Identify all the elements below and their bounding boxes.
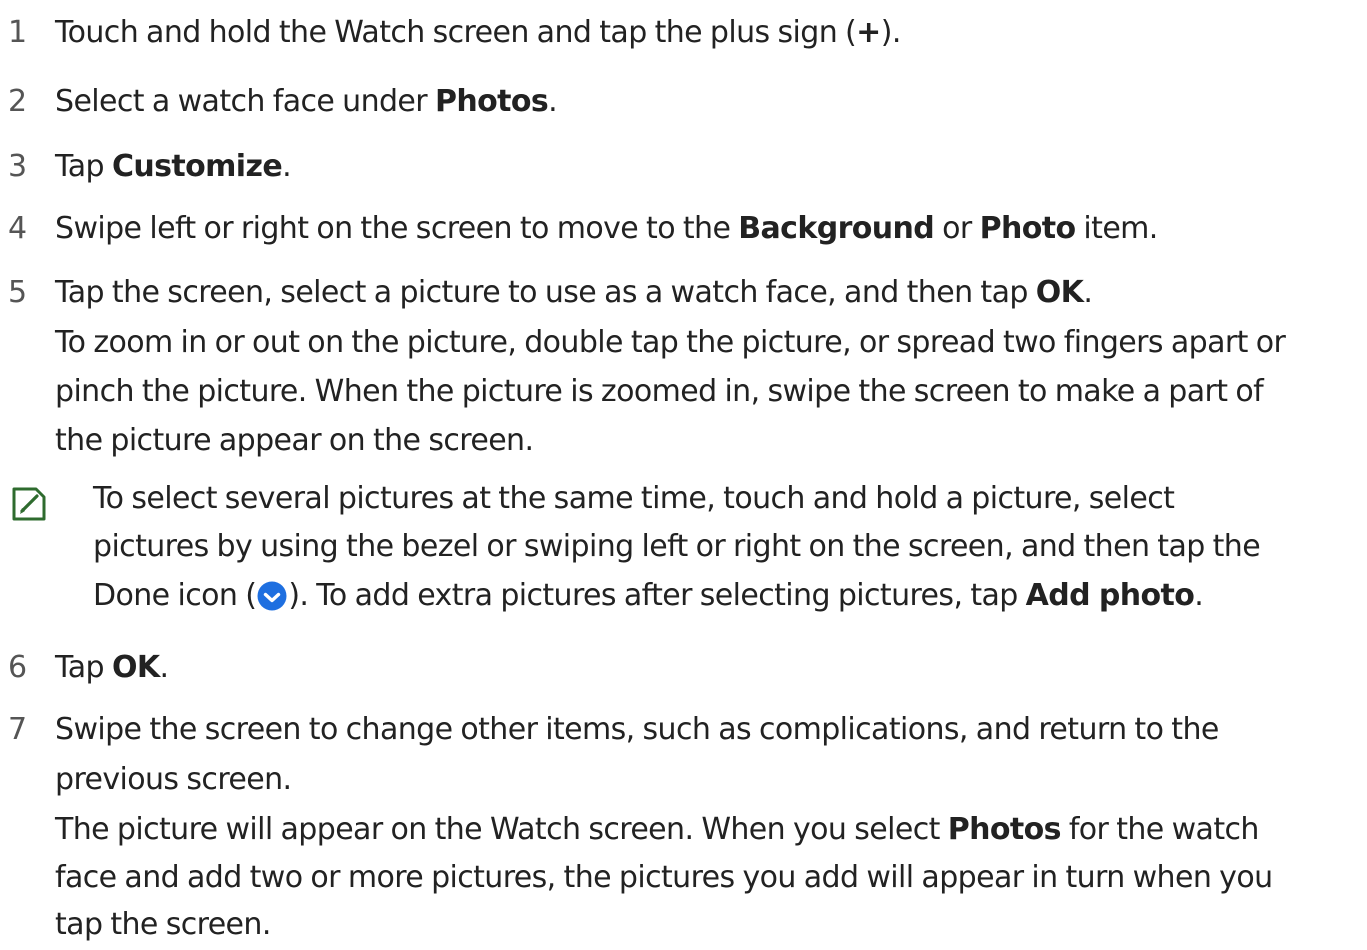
- step-5-detail-line-1: To zoom in or out on the picture, double…: [55, 325, 1286, 360]
- step-number-7: 7: [8, 712, 28, 747]
- step-6-text: Tap OK.: [55, 650, 169, 685]
- manual-page: 1 Touch and hold the Watch screen and ta…: [0, 0, 1367, 942]
- step-7-text-line-1: Swipe the screen to change other items, …: [55, 712, 1219, 747]
- note-pencil-icon: [12, 487, 46, 521]
- note-line-1: To select several pictures at the same t…: [93, 481, 1175, 516]
- step-number-1: 1: [8, 15, 28, 50]
- note-line-2: pictures by using the bezel or swiping l…: [93, 529, 1261, 564]
- checkmark-circle-icon: [257, 581, 287, 611]
- step-number-5: 5: [8, 275, 28, 310]
- step-number-4: 4: [8, 211, 28, 246]
- step-7-text-line-2: previous screen.: [55, 762, 292, 797]
- step-1-text: Touch and hold the Watch screen and tap …: [55, 15, 901, 50]
- step-number-6: 6: [8, 650, 28, 685]
- step-5-detail-line-3: the picture appear on the screen.: [55, 423, 534, 458]
- step-number-2: 2: [8, 84, 28, 119]
- step-4-text: Swipe left or right on the screen to mov…: [55, 211, 1158, 246]
- note-line-3: Done icon (). To add extra pictures afte…: [93, 578, 1204, 613]
- step-7-detail-line-1: The picture will appear on the Watch scr…: [55, 812, 1259, 847]
- step-5-detail-line-2: pinch the picture. When the picture is z…: [55, 374, 1264, 409]
- step-7-detail-line-2: face and add two or more pictures, the p…: [55, 860, 1273, 895]
- step-2-text: Select a watch face under Photos.: [55, 84, 558, 119]
- step-7-detail-line-3: tap the screen.: [55, 907, 271, 942]
- step-number-3: 3: [8, 149, 28, 184]
- step-3-text: Tap Customize.: [55, 149, 292, 184]
- step-5-text: Tap the screen, select a picture to use …: [55, 275, 1093, 310]
